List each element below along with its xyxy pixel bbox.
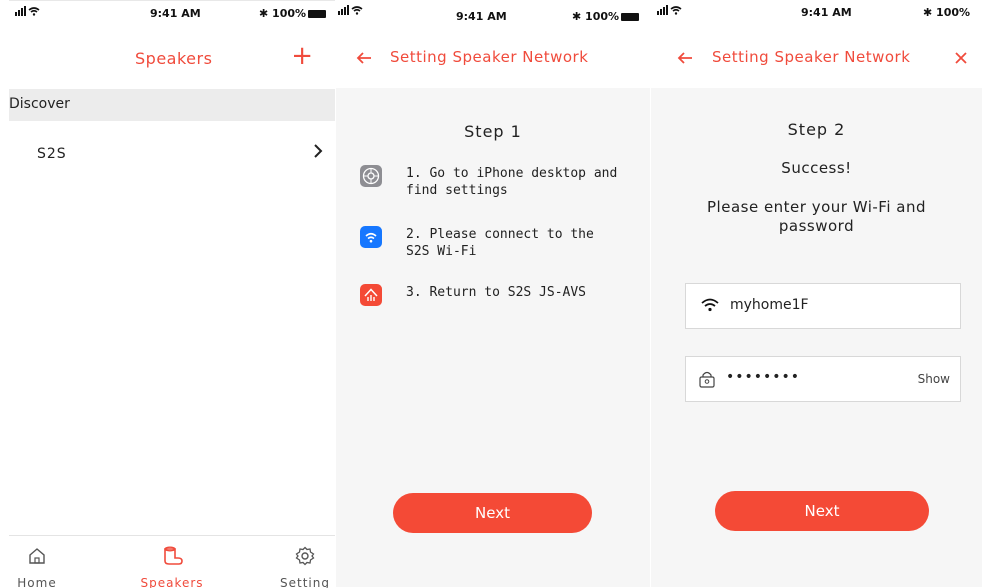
- instruction-line: 2. Please connect to the: [406, 227, 594, 242]
- page-title: Setting Speaker Network: [390, 48, 589, 66]
- nav-bar: Speakers +: [9, 23, 335, 89]
- step-heading: Step 1: [464, 122, 522, 141]
- speakers-screen: 9:41 AM ✱ 100% Speakers + Discover S2S H…: [9, 0, 335, 588]
- discover-section-header: Discover: [9, 89, 335, 121]
- settings-app-icon: [360, 165, 382, 187]
- battery-percent: 100%: [936, 6, 971, 19]
- instruction-line: S2S Wi-Fi: [406, 244, 477, 259]
- status-bar: 9:41 AM ✱ 100%: [651, 0, 982, 30]
- signal-wifi-icon: [657, 5, 683, 18]
- status-bar: 9:41 AM ✱ 100%: [9, 1, 335, 23]
- device-list-item[interactable]: S2S: [9, 131, 335, 177]
- gear-icon: [295, 546, 315, 566]
- tab-label: Setting: [280, 576, 330, 588]
- instruction-item: 1. Go to iPhone desktop and find settings: [360, 165, 640, 205]
- add-speaker-button[interactable]: +: [291, 41, 313, 71]
- battery-percent: 100%: [272, 7, 307, 20]
- instruction-line: 3. Return to S2S JS-AVS: [406, 285, 587, 300]
- password-field[interactable]: •••••••• Show: [685, 356, 961, 402]
- instruction-text: 1. Go to iPhone desktop and find settings: [406, 165, 617, 199]
- nav-bar: Setting Speaker Network: [336, 22, 650, 88]
- wifi-name-value: myhome1F: [730, 297, 809, 313]
- s2s-app-icon: [360, 284, 382, 306]
- page-title: Speakers: [135, 49, 213, 68]
- instruction-line: 1. Go to iPhone desktop and: [406, 166, 618, 181]
- page-title: Setting Speaker Network: [712, 48, 911, 66]
- section-title: Discover: [9, 96, 70, 112]
- wifi-name-field[interactable]: myhome1F: [685, 283, 961, 329]
- device-name: S2S: [37, 146, 67, 162]
- status-time: 9:41 AM: [150, 7, 201, 20]
- tab-label: Speakers: [140, 576, 204, 588]
- back-button[interactable]: [677, 46, 693, 70]
- battery-icon: [621, 13, 640, 21]
- nav-bar: Setting Speaker Network: [651, 22, 982, 88]
- wifi-icon: [700, 297, 720, 317]
- signal-wifi-icon: [15, 6, 41, 19]
- next-button[interactable]: Next: [715, 491, 929, 531]
- step1-screen: 9:41 AM ✱ 100% Setting Speaker Network S…: [336, 0, 650, 587]
- speaker-icon: [164, 546, 183, 565]
- status-time: 9:41 AM: [801, 6, 852, 19]
- status-bar: 9:41 AM ✱ 100%: [336, 0, 650, 23]
- battery-icon: [308, 10, 327, 18]
- back-button[interactable]: [356, 46, 372, 70]
- close-button[interactable]: [954, 46, 968, 70]
- tab-home[interactable]: Home: [9, 536, 87, 588]
- lock-icon: [698, 370, 716, 392]
- tab-speakers[interactable]: Speakers: [122, 536, 222, 588]
- tab-label: Home: [17, 576, 57, 588]
- arrow-left-icon: [677, 52, 692, 64]
- tab-setting[interactable]: Setting: [255, 536, 335, 588]
- show-password-button[interactable]: Show: [918, 372, 950, 386]
- prompt-text: Please enter your Wi-Fi and password: [651, 198, 982, 236]
- step-heading: Step 2: [787, 120, 846, 139]
- success-message: Success!: [781, 159, 852, 177]
- instruction-text: 3. Return to S2S JS-AVS: [406, 284, 586, 301]
- prompt-line: password: [778, 217, 855, 235]
- password-value: ••••••••: [726, 369, 801, 385]
- signal-wifi-icon: [338, 5, 364, 18]
- next-button[interactable]: Next: [393, 493, 592, 533]
- arrow-left-icon: [356, 52, 371, 64]
- step2-screen: 9:41 AM ✱ 100% Setting Speaker Network S…: [651, 0, 982, 587]
- prompt-line: Please enter your Wi-Fi and: [707, 198, 926, 216]
- battery-indicator: ✱ 100%: [259, 7, 327, 20]
- instruction-text: 2. Please connect to the S2S Wi-Fi: [406, 226, 594, 260]
- tab-bar: Home Speakers Setting: [9, 535, 335, 588]
- instruction-item: 2. Please connect to the S2S Wi-Fi: [360, 226, 640, 266]
- home-icon: [29, 548, 45, 564]
- chevron-right-icon: [313, 140, 323, 164]
- wifi-app-icon: [360, 226, 382, 248]
- close-icon: [955, 52, 967, 64]
- instruction-item: 3. Return to S2S JS-AVS: [360, 284, 640, 324]
- instruction-line: find settings: [406, 183, 508, 198]
